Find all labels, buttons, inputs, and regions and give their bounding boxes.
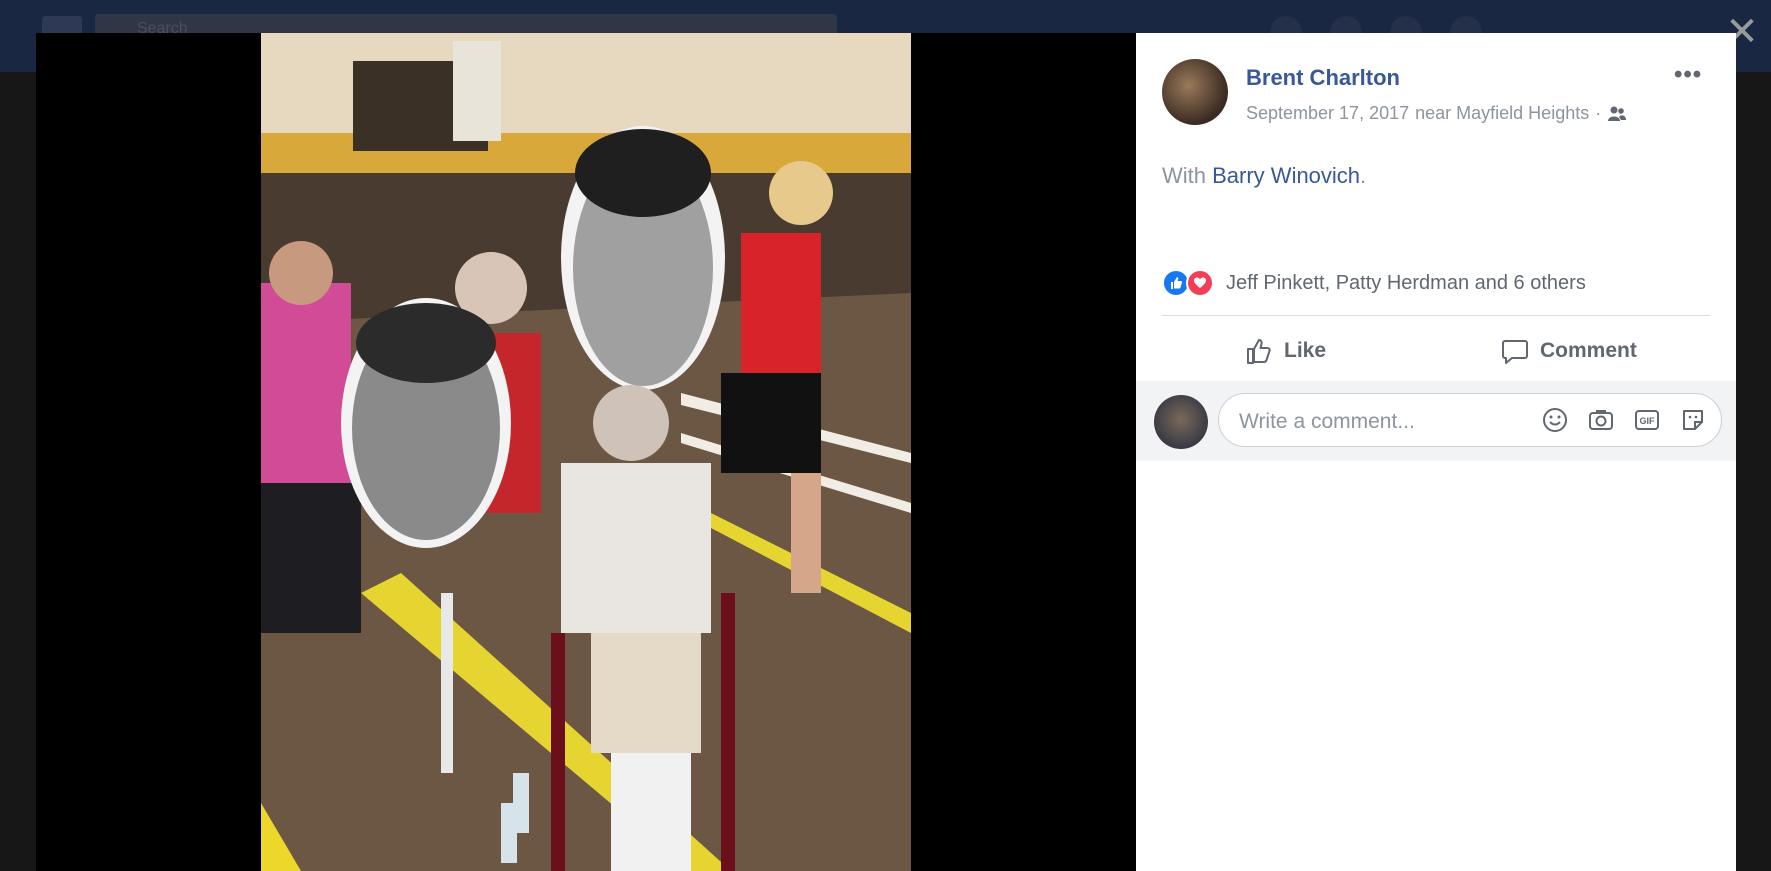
author-avatar[interactable] xyxy=(1162,59,1228,125)
reaction-names[interactable]: Jeff Pinkett, Patty Herdman and 6 others xyxy=(1226,272,1586,295)
comment-label: Comment xyxy=(1540,339,1637,362)
comment-placeholder: Write a comment... xyxy=(1239,410,1415,433)
comment-composer: Write a comment... GIF xyxy=(1136,381,1736,461)
with-tag-line: With Barry Winovich. xyxy=(1162,163,1366,189)
comment-icon xyxy=(1502,340,1528,364)
meta-separator: · xyxy=(1595,103,1602,123)
post-date[interactable]: September 17, 2017 xyxy=(1246,103,1409,124)
like-button[interactable]: Like xyxy=(1244,329,1326,373)
comment-button[interactable]: Comment xyxy=(1500,329,1637,373)
gif-icon[interactable]: GIF xyxy=(1633,406,1661,434)
photo-stage xyxy=(36,33,1136,871)
tagged-person-link[interactable]: Barry Winovich xyxy=(1212,163,1360,188)
divider xyxy=(1162,315,1710,316)
more-options-button[interactable]: ••• xyxy=(1674,61,1702,89)
post-sidebar: Brent Charlton September 17, 2017 near M… xyxy=(1136,33,1736,871)
with-prefix: With xyxy=(1162,163,1213,188)
svg-text:GIF: GIF xyxy=(1640,416,1656,426)
thumbs-up-icon xyxy=(1247,339,1271,364)
emoji-icon[interactable] xyxy=(1541,406,1569,434)
reaction-summary[interactable]: Jeff Pinkett, Patty Herdman and 6 others xyxy=(1162,269,1586,297)
author-name-link[interactable]: Brent Charlton xyxy=(1246,65,1400,91)
love-icon xyxy=(1186,269,1214,297)
camera-icon[interactable] xyxy=(1587,406,1615,434)
friends-icon[interactable] xyxy=(1607,105,1627,123)
with-suffix: . xyxy=(1360,163,1367,188)
post-location[interactable]: near Mayfield Heights xyxy=(1415,103,1589,124)
like-label: Like xyxy=(1284,339,1327,362)
comment-tools: GIF xyxy=(1541,406,1707,434)
post-meta: September 17, 2017 near Mayfield Heights… xyxy=(1246,103,1627,124)
comment-input[interactable]: Write a comment... GIF xyxy=(1218,393,1722,447)
viewer-avatar[interactable] xyxy=(1154,395,1208,449)
post-photo[interactable] xyxy=(261,33,911,871)
photo-illustration xyxy=(261,33,911,871)
sticker-icon[interactable] xyxy=(1679,406,1707,434)
